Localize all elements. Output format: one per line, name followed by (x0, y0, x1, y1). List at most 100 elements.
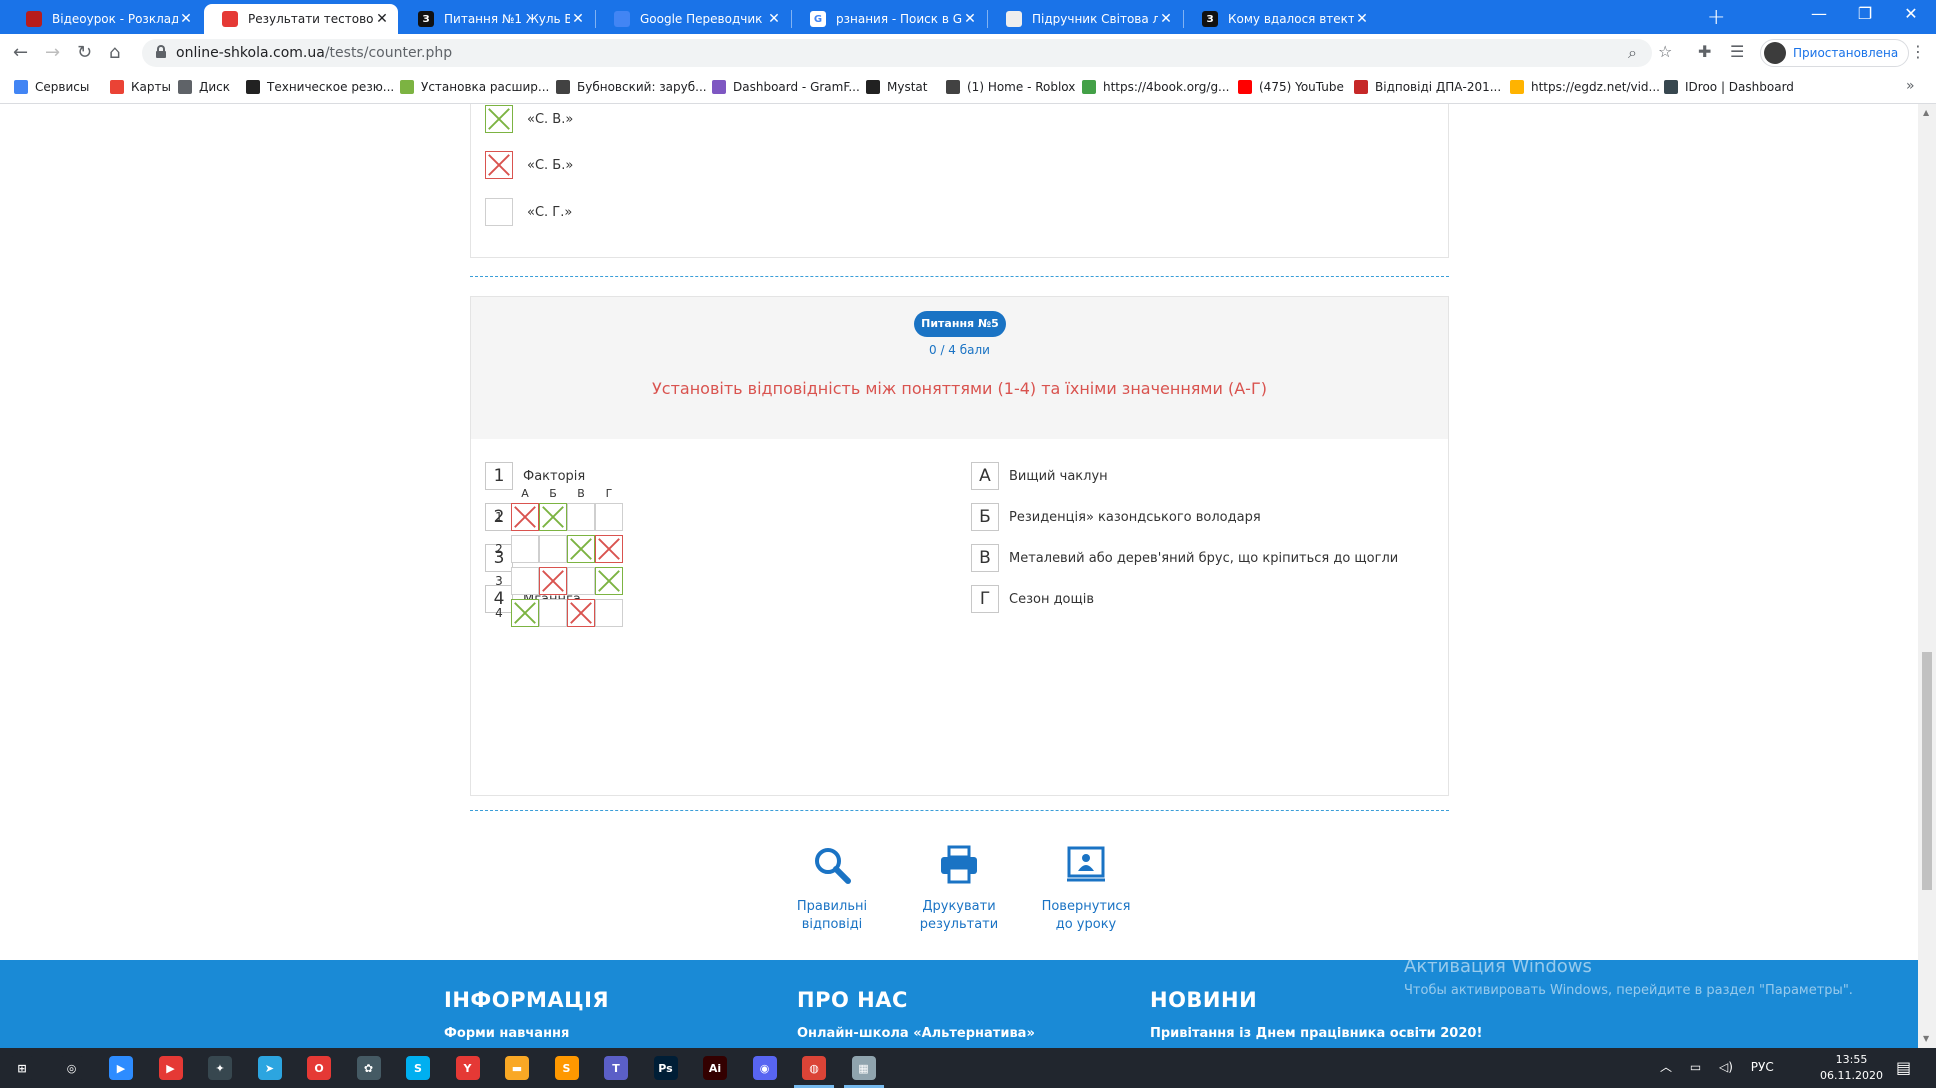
volume-icon[interactable]: ◁) (1719, 1060, 1733, 1074)
bookmark-label: Сервисы (35, 80, 90, 94)
bookmark-item[interactable]: (475) YouTube (1238, 80, 1344, 94)
bookmark-item[interactable]: Відповіді ДПА-201... (1354, 80, 1501, 94)
back-to-lesson-button[interactable]: Повернутися до уроку (1031, 844, 1141, 934)
search-icon[interactable]: ◎ (59, 1056, 84, 1080)
answer-option: «С. Б.» (485, 151, 573, 179)
browser-tab[interactable]: Gрзнания - Поиск в Google✕ (792, 4, 986, 34)
notifications-icon[interactable]: ▤ (1896, 1058, 1911, 1077)
app-icon[interactable]: ✿ (356, 1056, 381, 1080)
bookmark-favicon-icon (1510, 80, 1524, 94)
reading-list-icon[interactable]: ☰ (1730, 42, 1744, 61)
browser-tab[interactable]: Підручник Світова література Н✕ (988, 4, 1182, 34)
scroll-down-icon[interactable]: ▼ (1923, 1034, 1929, 1043)
grid-row-header: 3 (495, 574, 503, 588)
browser-tab[interactable]: Відеоурок - Розклад - Онлайн-ш✕ (8, 4, 202, 34)
bookmark-favicon-icon (1354, 80, 1368, 94)
footer-link[interactable]: Форми навчання (444, 1026, 609, 1041)
app-window-icon[interactable]: ▦ (851, 1056, 876, 1080)
bookmark-item[interactable]: Установка расшир... (400, 80, 549, 94)
wrong-mark-icon (539, 567, 567, 595)
bookmark-item[interactable]: (1) Home - Roblox (946, 80, 1075, 94)
tab-close-icon[interactable]: ✕ (1158, 11, 1174, 27)
teams-icon[interactable]: T (604, 1056, 628, 1080)
tab-favicon-icon: З (418, 11, 434, 27)
new-tab-button[interactable]: + (1707, 5, 1725, 30)
grid-cell (511, 535, 539, 563)
close-window-icon[interactable]: ✕ (1888, 4, 1934, 23)
profile-button[interactable]: Приостановлена (1760, 39, 1910, 67)
bookmark-item[interactable]: Диск (178, 80, 230, 94)
tab-close-icon[interactable]: ✕ (766, 11, 782, 27)
activation-title: Активация Windows (1404, 956, 1592, 977)
home-icon[interactable]: ⌂ (109, 42, 120, 63)
zoom-search-icon[interactable]: ⌕ (1628, 43, 1637, 63)
illustrator-icon[interactable]: Ai (703, 1056, 727, 1080)
reload-icon[interactable]: ↻ (77, 42, 92, 63)
answer-option: «С. Г.» (485, 198, 572, 226)
wrong-mark-icon (595, 535, 623, 563)
bookmark-item[interactable]: Карты (110, 80, 171, 94)
browser-menu-icon[interactable]: ⋮ (1910, 42, 1926, 61)
taskbar-clock[interactable]: 13:55 06.11.2020 (1820, 1052, 1883, 1084)
photoshop-icon[interactable]: Ps (653, 1056, 678, 1080)
chevron-up-icon[interactable]: ︿ (1660, 1060, 1672, 1074)
bookmark-label: Установка расшир... (421, 80, 550, 94)
tab-close-icon[interactable]: ✕ (1354, 11, 1370, 27)
extensions-puzzle-icon[interactable]: ✚ (1698, 42, 1711, 61)
browser-tab[interactable]: З Кому вдалося втекти від работо✕ (1184, 4, 1378, 34)
scrollbar-thumb[interactable] (1922, 652, 1932, 890)
yandex-icon[interactable]: Y (455, 1056, 480, 1080)
minimize-icon[interactable]: — (1796, 4, 1842, 23)
footer-link[interactable]: Привітання із Днем працівника освіти 202… (1150, 1026, 1482, 1041)
tab-close-icon[interactable]: ✕ (570, 11, 586, 27)
bookmark-item[interactable]: Бубновский: заруб... (556, 80, 707, 94)
correct-answers-button[interactable]: Правильні відповіді (777, 844, 887, 934)
bookmark-item[interactable]: https://egdz.net/vid... (1510, 80, 1660, 94)
zoom-icon[interactable]: ▶ (109, 1056, 133, 1080)
forward-arrow-icon[interactable]: → (45, 42, 60, 63)
footer-link[interactable]: Онлайн-школа «Альтернатива» (797, 1026, 1035, 1041)
bookmark-item[interactable]: IDroo | Dashboard (1664, 80, 1794, 94)
back-arrow-icon[interactable]: ← (13, 42, 28, 63)
scroll-up-icon[interactable]: ▲ (1923, 108, 1929, 117)
bookmark-item[interactable]: https://4book.org/g... (1082, 80, 1230, 94)
windows-activation-watermark: Активация Windows Чтобы активировать Win… (1404, 956, 1853, 998)
address-bar[interactable]: online-shkola.com.ua/tests/counter.php ⌕ (142, 39, 1652, 67)
grid-cell (595, 503, 623, 531)
opera-icon[interactable]: O (307, 1056, 331, 1080)
tab-close-icon[interactable]: ✕ (374, 11, 390, 27)
bookmark-item[interactable]: Mystat (866, 80, 927, 94)
bookmark-item[interactable]: Техническое резю... (246, 80, 394, 94)
discord-icon[interactable]: ◉ (752, 1056, 777, 1080)
chrome-icon[interactable]: ◍ (802, 1056, 826, 1080)
print-results-button[interactable]: Друкувати результати (904, 844, 1014, 934)
video-app-icon[interactable]: ▶ (158, 1056, 183, 1080)
url-text[interactable]: online-shkola.com.ua/tests/counter.php (176, 45, 452, 61)
bookmark-label: Mystat (887, 80, 928, 94)
bookmark-item[interactable]: Dashboard - GramF... (712, 80, 860, 94)
folder-icon[interactable]: ▬ (505, 1056, 529, 1080)
grid-cell (595, 599, 623, 627)
browser-tab[interactable]: Результати тестового домашньо✕ (204, 4, 398, 34)
sublime-icon[interactable]: S (554, 1056, 579, 1080)
browser-tab[interactable]: Google Переводчик ✕ (596, 4, 790, 34)
tab-close-icon[interactable]: ✕ (178, 11, 194, 27)
browser-tab[interactable]: З Питання №1 Жуль Верн. Роман✕ (400, 4, 594, 34)
restore-icon[interactable]: ❐ (1842, 4, 1888, 23)
gear-app-icon[interactable]: ✦ (208, 1056, 232, 1080)
wrong-mark-icon (511, 503, 539, 531)
page-scrollbar[interactable]: ▲ ▼ (1918, 104, 1936, 1048)
language-indicator[interactable]: РУС (1751, 1060, 1774, 1074)
bookmark-item[interactable]: Сервисы (14, 80, 89, 94)
bookmark-star-icon[interactable]: ☆ (1658, 42, 1672, 61)
printer-icon (904, 844, 1014, 886)
browser-toolbar: ← → ↻ ⌂ online-shkola.com.ua/tests/count… (0, 34, 1936, 72)
bookmarks-overflow-icon[interactable]: » (1906, 78, 1915, 94)
option-label: «С. Б.» (527, 157, 574, 173)
tab-close-icon[interactable]: ✕ (962, 11, 978, 27)
network-icon[interactable]: ▭ (1690, 1060, 1701, 1074)
telegram-icon[interactable]: ➤ (257, 1056, 282, 1080)
skype-icon[interactable]: S (406, 1056, 430, 1080)
bookmark-favicon-icon (110, 80, 124, 94)
windows-start-icon[interactable]: ⊞ (10, 1056, 34, 1080)
